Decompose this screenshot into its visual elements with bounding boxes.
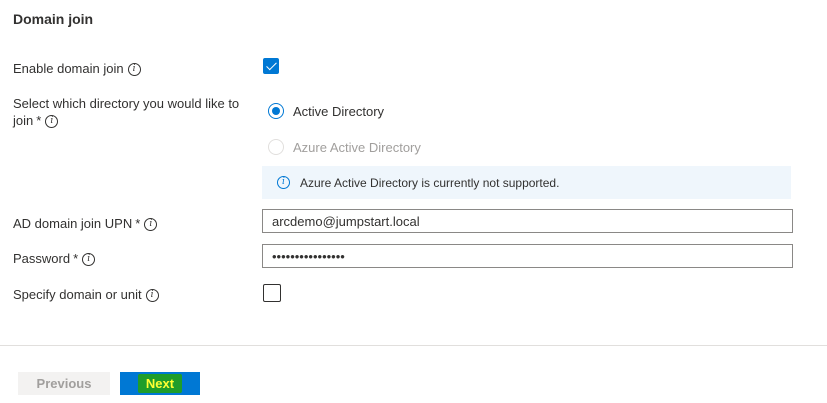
specify-domain-label: Specify domain or unit i xyxy=(13,286,159,303)
next-button-label: Next xyxy=(137,374,183,393)
specify-domain-checkbox[interactable] xyxy=(263,284,281,302)
password-label-text: Password xyxy=(13,251,71,266)
previous-button[interactable]: Previous xyxy=(18,372,110,395)
specify-domain-label-text: Specify domain or unit xyxy=(13,287,142,302)
next-button[interactable]: Next xyxy=(120,372,200,395)
info-icon[interactable]: i xyxy=(144,218,158,232)
info-icon[interactable]: i xyxy=(45,115,59,129)
footer-divider xyxy=(0,345,827,346)
radio-azure-active-directory xyxy=(268,139,284,155)
info-icon[interactable]: i xyxy=(127,63,141,77)
enable-domain-join-text: Enable domain join xyxy=(13,61,124,76)
info-icon[interactable]: i xyxy=(82,253,96,267)
required-mark: * xyxy=(36,113,42,128)
radio-active-directory[interactable] xyxy=(268,103,284,119)
section-title: Domain join xyxy=(13,11,94,27)
upn-label: AD domain join UPN * i xyxy=(13,215,158,232)
upn-label-text: AD domain join UPN xyxy=(13,216,133,231)
info-icon: i xyxy=(277,176,290,189)
required-mark: * xyxy=(73,251,79,266)
info-icon[interactable]: i xyxy=(145,289,159,303)
upn-input[interactable] xyxy=(262,209,793,233)
info-message-bar: i Azure Active Directory is currently no… xyxy=(262,166,791,199)
password-input[interactable] xyxy=(262,244,793,268)
required-mark: * xyxy=(135,216,141,231)
directory-label: Select which directory you would like to… xyxy=(13,95,253,129)
radio-active-directory-label[interactable]: Active Directory xyxy=(293,104,384,119)
enable-domain-join-checkbox[interactable] xyxy=(263,58,279,74)
radio-azure-active-directory-label: Azure Active Directory xyxy=(293,140,421,155)
info-message-text: Azure Active Directory is currently not … xyxy=(300,176,560,190)
enable-domain-join-label: Enable domain join i xyxy=(13,60,141,77)
password-label: Password * i xyxy=(13,250,96,267)
